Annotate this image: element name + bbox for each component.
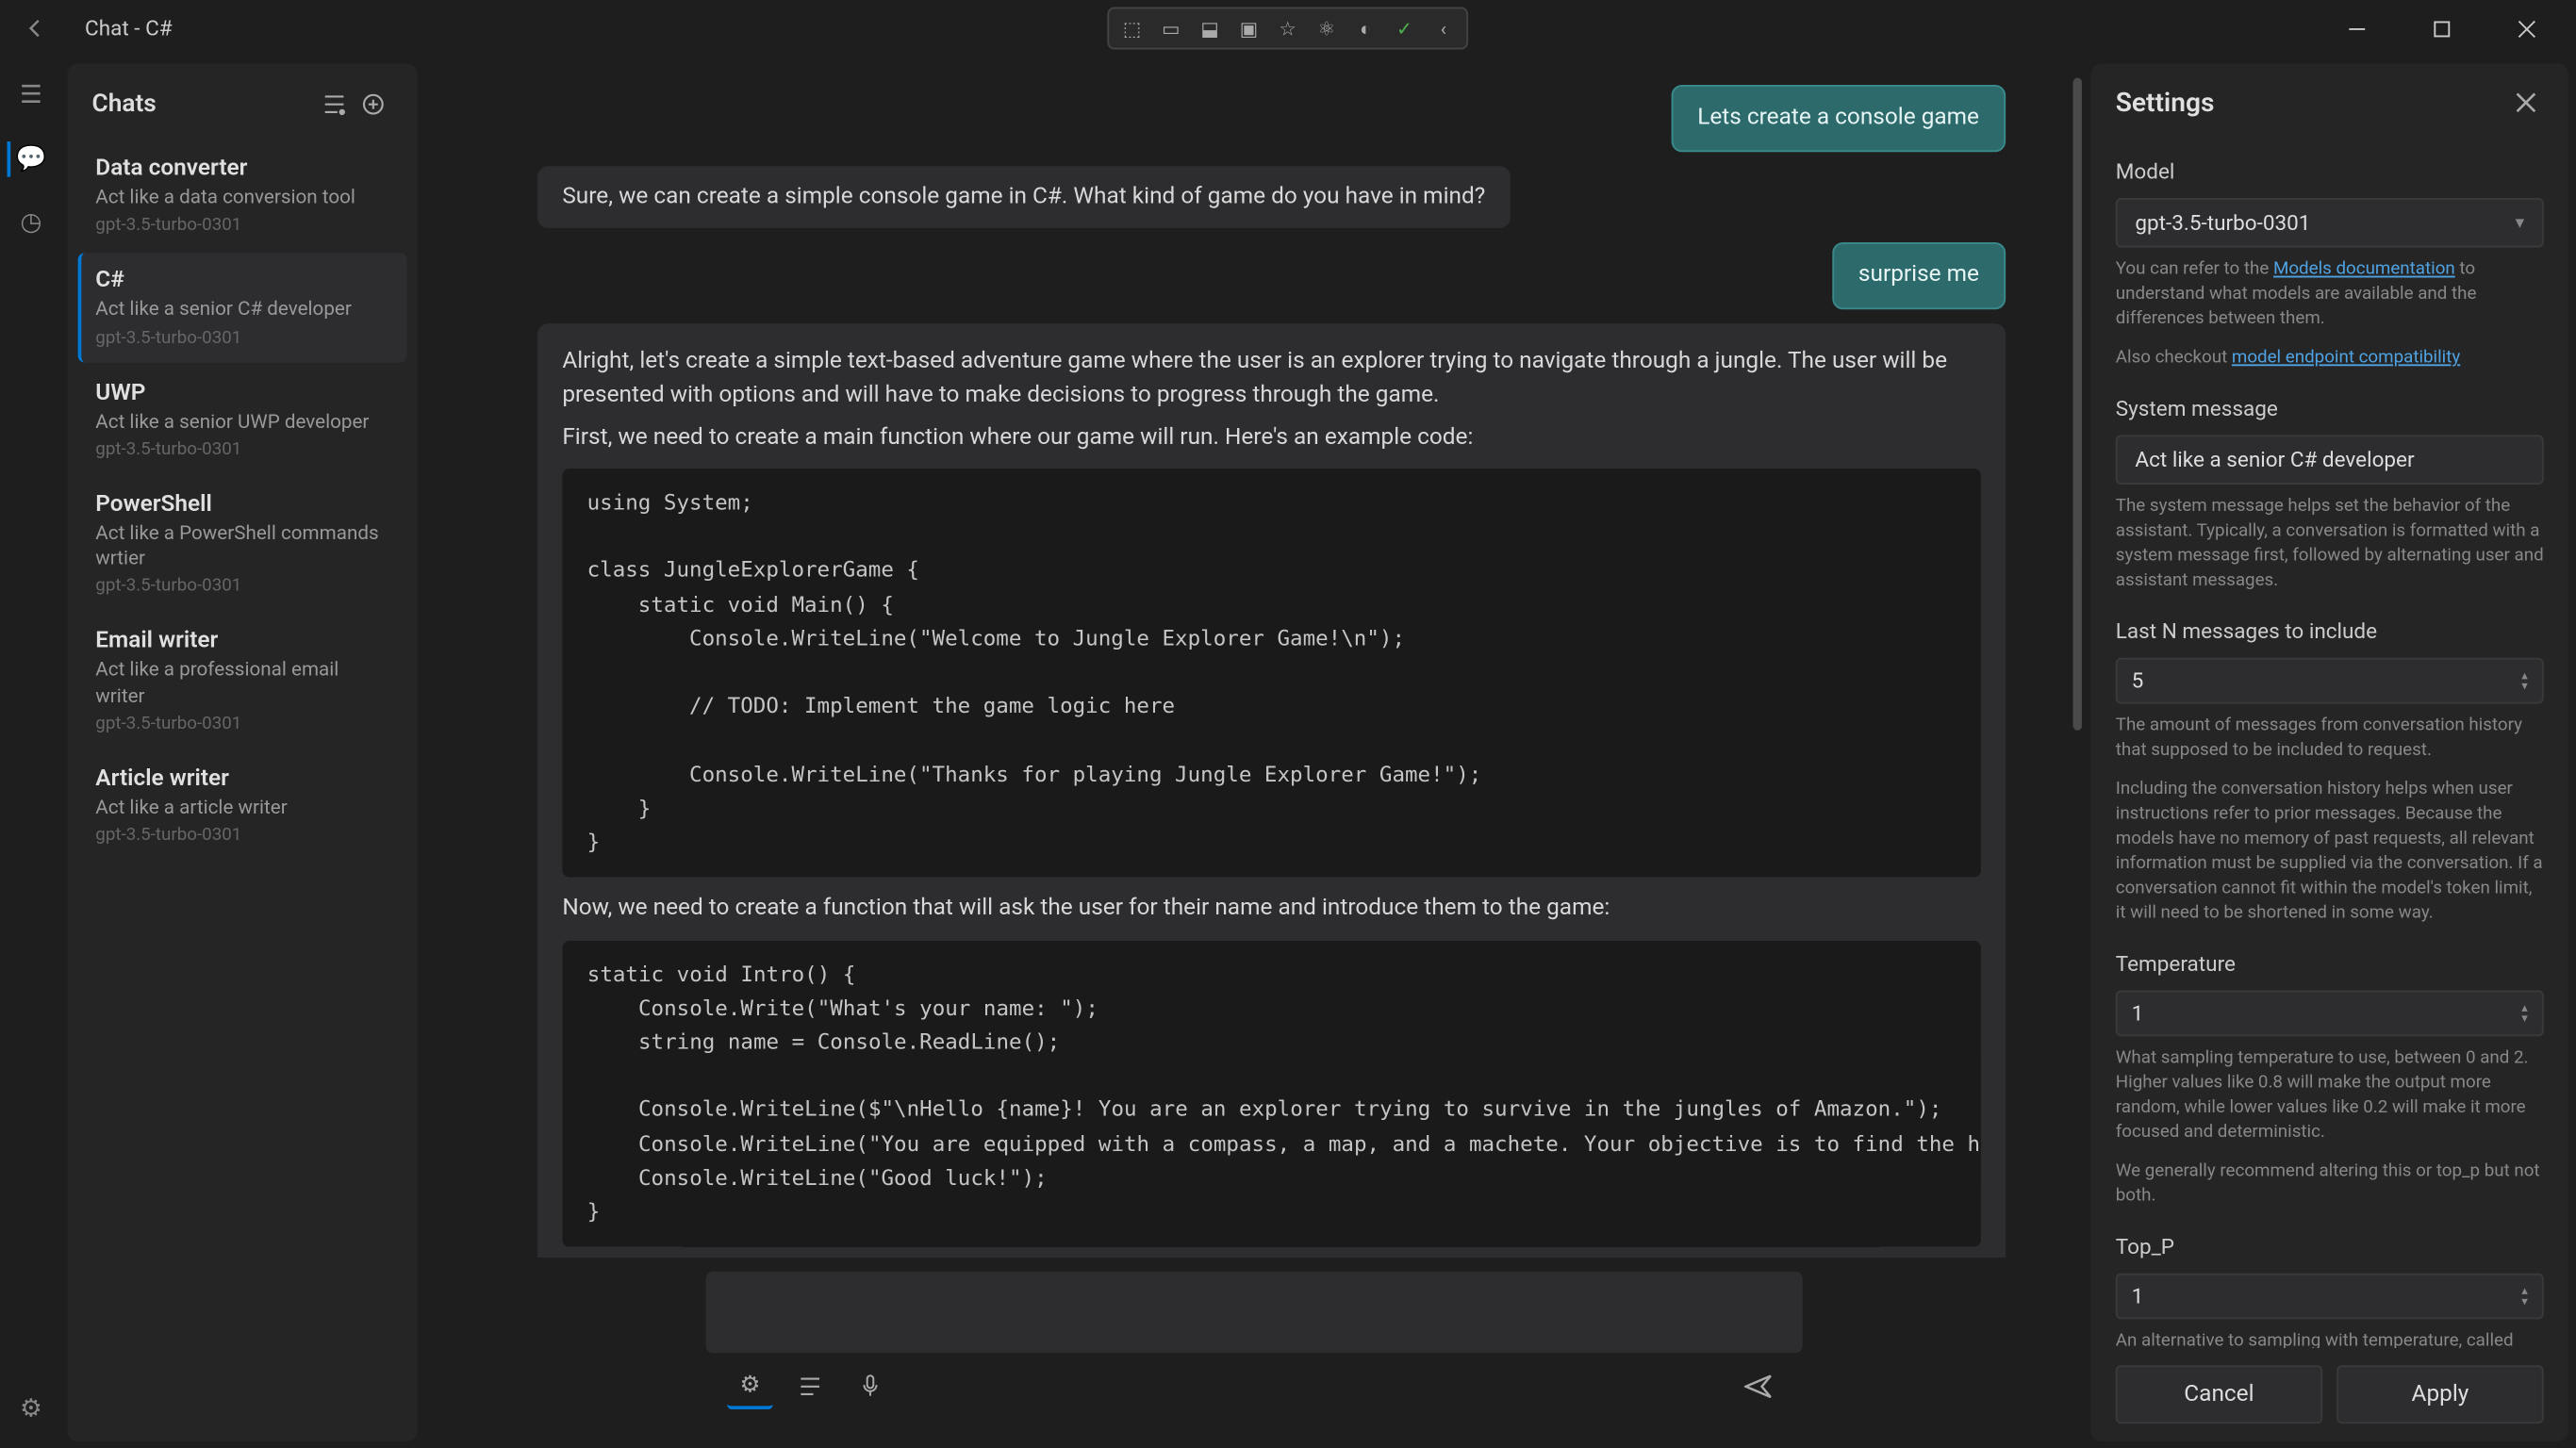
chevron-down-icon: ▾ — [2516, 213, 2524, 233]
maximize-button[interactable] — [2405, 4, 2476, 54]
chat-item-model: gpt-3.5-turbo-0301 — [95, 216, 388, 236]
conversation-scroll[interactable]: Lets create a console game Sure, we can c… — [424, 64, 2084, 1258]
message-input[interactable] — [706, 1272, 1803, 1353]
endpoint-compat-link[interactable]: model endpoint compatibility — [2232, 349, 2460, 369]
model-label: Model — [2116, 159, 2544, 184]
assistant-text: Now, we need to create a function that w… — [563, 892, 1982, 927]
model-value: gpt-3.5-turbo-0301 — [2135, 210, 2310, 235]
settings-panel: Settings Model gpt-3.5-turbo-0301 ▾ You … — [2090, 64, 2568, 1441]
temp-label: Temperature — [2116, 951, 2544, 976]
lastn-label: Last N messages to include — [2116, 619, 2544, 644]
chat-list-item[interactable]: PowerShell Act like a PowerShell command… — [78, 477, 407, 611]
chats-sidebar: Chats Data converter Act like a data con… — [67, 64, 417, 1441]
temp-help2: We generally recommend altering this or … — [2116, 1160, 2544, 1210]
stepper-arrows-icon[interactable]: ▴▾ — [2521, 669, 2528, 692]
assistant-text: Alright, let's create a simple text-base… — [563, 344, 1982, 413]
chat-main: Lets create a console game Sure, we can c… — [424, 64, 2084, 1441]
chat-item-title: Article writer — [95, 765, 388, 792]
center-toolbar: ⬚ ▭ ⬓ ▣ ☆ ⚛ ◐ ✓ ‹ — [1107, 8, 1468, 50]
activity-rail: ☰ 💬 ◷ ⚙ — [0, 57, 64, 1448]
code-block[interactable]: using System; class JungleExplorerGame {… — [563, 469, 1982, 877]
apply-button[interactable]: Apply — [2337, 1365, 2543, 1423]
chat-item-subtitle: Act like a article writer — [95, 796, 388, 821]
input-settings-icon[interactable]: ⚙ — [727, 1363, 773, 1409]
window-title: Chat - C# — [85, 16, 173, 41]
sidebar-title: Chats — [92, 90, 315, 119]
chat-item-model: gpt-3.5-turbo-0301 — [95, 440, 388, 460]
chat-list-item[interactable]: C# Act like a senior C# developer gpt-3.… — [78, 254, 407, 362]
chat-item-title: UWP — [95, 380, 388, 406]
scrollbar[interactable] — [2073, 78, 2082, 1265]
stepper-arrows-icon[interactable]: ▴▾ — [2521, 1002, 2528, 1025]
filter-icon[interactable] — [315, 85, 354, 123]
tool-icon[interactable]: ▭ — [1151, 12, 1190, 44]
chat-item-title: PowerShell — [95, 491, 388, 518]
back-button[interactable] — [14, 8, 57, 50]
assistant-text: First, we need to create a main function… — [563, 420, 1982, 455]
scrollbar-thumb[interactable] — [2073, 78, 2082, 731]
tool-icon[interactable]: ☆ — [1268, 12, 1307, 44]
tool-icon[interactable]: ⬓ — [1191, 12, 1230, 44]
tool-icon[interactable]: ⬚ — [1113, 12, 1151, 44]
lastn-help2: Including the conversation history helps… — [2116, 778, 2544, 927]
title-bar: Chat - C# ⬚ ▭ ⬓ ▣ ☆ ⚛ ◐ ✓ ‹ — [0, 0, 2575, 57]
cancel-button[interactable]: Cancel — [2116, 1365, 2322, 1423]
chat-item-model: gpt-3.5-turbo-0301 — [95, 328, 388, 348]
model-help: You can refer to the Models documentatio… — [2116, 258, 2544, 333]
chat-item-title: C# — [95, 268, 388, 294]
close-button[interactable] — [2490, 4, 2561, 54]
model-help2: Also checkout model endpoint compatibili… — [2116, 347, 2544, 371]
lastn-help1: The amount of messages from conversation… — [2116, 715, 2544, 765]
menu-icon[interactable]: ☰ — [7, 71, 57, 121]
model-select[interactable]: gpt-3.5-turbo-0301 ▾ — [2116, 198, 2544, 248]
chat-item-model: gpt-3.5-turbo-0301 — [95, 715, 388, 734]
chat-item-title: Data converter — [95, 156, 388, 182]
chat-item-subtitle: Act like a professional email writer — [95, 659, 388, 710]
topp-help1: An alternative to sampling with temperat… — [2116, 1330, 2544, 1348]
user-message: surprise me — [1832, 242, 2006, 308]
sysmsg-input[interactable]: Act like a senior C# developer — [2116, 435, 2544, 485]
code-block[interactable]: static void Intro() { Console.Write("Wha… — [563, 940, 1982, 1246]
settings-icon[interactable]: ⚙ — [7, 1385, 57, 1435]
tool-collapse-icon[interactable]: ‹ — [1424, 12, 1462, 44]
topp-stepper[interactable]: 1 ▴▾ — [2116, 1274, 2544, 1320]
close-icon[interactable] — [2508, 85, 2544, 121]
chat-item-subtitle: Act like a senior C# developer — [95, 298, 388, 323]
sysmsg-help: The system message helps set the behavio… — [2116, 495, 2544, 594]
assistant-message: Alright, let's create a simple text-base… — [537, 322, 2006, 1257]
chat-item-model: gpt-3.5-turbo-0301 — [95, 577, 388, 597]
chat-item-model: gpt-3.5-turbo-0301 — [95, 827, 388, 847]
chat-list-item[interactable]: Data converter Act like a data conversio… — [78, 141, 407, 250]
tool-status-icon[interactable]: ✓ — [1385, 12, 1424, 44]
chat-list-item[interactable]: Article writer Act like a article writer… — [78, 751, 407, 860]
temp-help1: What sampling temperature to use, betwee… — [2116, 1047, 2544, 1146]
history-icon[interactable]: ◷ — [7, 198, 57, 248]
chat-item-subtitle: Act like a senior UWP developer — [95, 409, 388, 435]
models-doc-link[interactable]: Models documentation — [2273, 260, 2455, 280]
chat-list-item[interactable]: UWP Act like a senior UWP developer gpt-… — [78, 366, 407, 474]
sysmsg-label: System message — [2116, 396, 2544, 420]
assistant-message: Sure, we can create a simple console gam… — [537, 165, 1510, 228]
settings-title: Settings — [2116, 87, 2508, 119]
tool-icon[interactable]: ◐ — [1346, 12, 1385, 44]
chat-item-subtitle: Act like a PowerShell commands wrtier — [95, 521, 388, 572]
new-chat-icon[interactable] — [354, 85, 392, 123]
user-message: Lets create a console game — [1671, 85, 2006, 151]
tool-icon[interactable]: ▣ — [1230, 12, 1268, 44]
chat-item-title: Email writer — [95, 629, 388, 655]
minimize-button[interactable] — [2320, 4, 2391, 54]
input-list-icon[interactable] — [787, 1363, 834, 1409]
chat-icon[interactable]: 💬 — [7, 135, 57, 185]
chat-item-subtitle: Act like a data conversion tool — [95, 186, 388, 211]
lastn-stepper[interactable]: 5 ▴▾ — [2116, 658, 2544, 704]
stepper-arrows-icon[interactable]: ▴▾ — [2521, 1285, 2528, 1308]
temp-stepper[interactable]: 1 ▴▾ — [2116, 991, 2544, 1037]
tool-icon[interactable]: ⚛ — [1307, 12, 1346, 44]
topp-label: Top_P — [2116, 1234, 2544, 1259]
send-icon[interactable] — [1735, 1363, 1781, 1409]
chat-list-item[interactable]: Email writer Act like a professional ema… — [78, 615, 407, 749]
microphone-icon[interactable] — [848, 1363, 894, 1409]
